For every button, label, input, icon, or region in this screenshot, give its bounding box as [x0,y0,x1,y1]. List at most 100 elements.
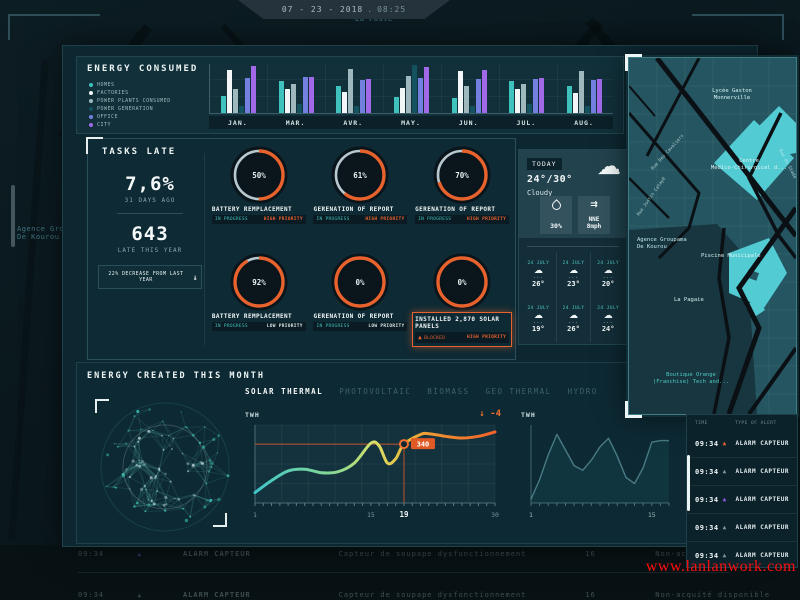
forecast-cell: 24 JULY ☁ ··· 19° [521,297,556,342]
bar[interactable] [464,86,469,113]
legend-item[interactable]: POWER GENERATION [89,105,171,113]
bar[interactable] [342,92,347,113]
rain-dots-icon: ··· [568,322,578,324]
bar[interactable] [452,98,457,113]
alert-description: Capteur de soupape dysfonctionnement [339,591,586,599]
status-badge: ▲BLOCKED [418,334,445,341]
bar[interactable] [567,86,572,113]
bar[interactable] [360,80,365,113]
bar[interactable] [336,86,341,113]
bar[interactable] [573,93,578,113]
bar[interactable] [251,66,256,113]
legend-item[interactable]: POWER PLANTS CONSUMED [89,97,171,105]
priority-badge: HIGH PRIORITY [365,217,404,222]
task-ring-card[interactable]: 0%GERENATION OF REPORT IN PROGRESS LOW P… [310,250,412,357]
warning-triangle-icon: ▲ [418,334,422,341]
bar[interactable] [400,88,405,113]
bar[interactable] [309,77,314,113]
bar[interactable] [245,78,250,113]
bar[interactable] [476,79,481,113]
bar[interactable] [515,89,520,113]
task-ring-card[interactable]: 50%BATTERY REMPLACEMENT IN PROGRESS HIGH… [208,143,310,250]
bar-group [452,64,487,113]
bar[interactable] [348,69,353,113]
solar-line-chart[interactable]: 340 1151930 [247,421,499,527]
bar[interactable] [591,80,596,113]
svg-text:61%: 61% [354,171,368,180]
legend-item[interactable]: CITY [89,121,171,129]
bar[interactable] [585,106,590,113]
map-panel[interactable]: Lycée GastonMonnervilleCentreMédico-Chir… [628,57,797,415]
bar[interactable] [279,81,284,113]
task-ring-card[interactable]: 70%GERENATION OF REPORT IN PROGRESS HIGH… [411,143,513,250]
alert-count: 16 [585,591,655,599]
bar[interactable] [579,71,584,113]
arrow-down-icon: ↓ [193,273,198,282]
bar[interactable] [303,77,308,113]
task-ring-card[interactable]: 61%GERENATION OF REPORT IN PROGRESS HIGH… [310,143,412,250]
bar[interactable] [221,96,226,113]
bar[interactable] [239,106,244,113]
bar[interactable] [233,89,238,114]
bar[interactable] [597,79,602,113]
legend-item[interactable]: FACTORIES [89,89,171,97]
bar[interactable] [291,84,296,113]
alert-row[interactable]: 09:34 ▲ ALARM CAPTEUR [687,514,797,542]
svg-text:19: 19 [399,510,409,519]
tab-photovoltaic[interactable]: PHOTOVOLTAIC [339,387,411,396]
bar[interactable] [470,106,475,113]
legend-item[interactable]: HOMES [89,81,171,89]
tab-biomass[interactable]: BIOMASS [427,387,469,396]
ring-badges: IN PROGRESS LOW PRIORITY [313,322,407,331]
alert-row[interactable]: 09:34 ▲ ALARM CAPTEUR [687,458,797,486]
bar[interactable] [227,70,232,113]
alert-description: Capteur de soupape dysfonctionnement [339,550,586,558]
alert-type: ALARM CAPTEUR [736,440,789,447]
bar[interactable] [366,79,371,113]
bar[interactable] [406,76,411,113]
legend-item[interactable]: OFFICE [89,113,171,121]
humidity-value: 30% [550,222,562,230]
task-ring-card[interactable]: 92%BATTERY REMPLACEMENT IN PROGRESS LOW … [208,250,310,357]
bar[interactable] [458,71,463,113]
bar[interactable] [285,89,290,114]
energy-tabs: SOLAR THERMAL PHOTOVOLTAIC BIOMASS GEO THER… [245,387,598,396]
energy-consumed-chart: JAN.MAR.AVR.MAY.JUN.JUL.AUG. [199,61,615,129]
tab-hydro[interactable]: HYDRO [568,387,598,396]
ring-badges: IN PROGRESS LOW PRIORITY [212,322,306,331]
map-label: De Kourou [637,244,667,250]
bar[interactable] [424,67,429,113]
bar[interactable] [394,97,399,113]
bar[interactable] [354,106,359,113]
forecast-cell: 24 JULY ☁ ··· 23° [556,252,591,297]
task-ring-card[interactable]: 0%INSTALLED 2,870 SOLAR PANELS ▲BLOCKED … [411,250,513,357]
droplet-icon [550,199,563,212]
bar[interactable] [509,81,514,113]
alert-status: Non-acquité disponible [655,591,770,599]
background-row-divider [78,572,730,573]
svg-text:15: 15 [648,511,656,519]
bar-chart-months: JAN.MAR.AVR.MAY.JUN.JUL.AUG. [209,116,613,129]
tab-solar-thermal[interactable]: SOLAR THERMAL [245,387,323,396]
bar-group [279,64,314,113]
bar-group [336,64,371,113]
progress-ring: 61% [331,146,389,204]
alerts-scrollbar[interactable] [687,455,690,511]
map-canvas[interactable]: Lycée GastonMonnervilleCentreMédico-Chir… [629,58,796,414]
alerts-header: TIME TYPE OF ALERT [687,415,797,430]
bar[interactable] [527,104,532,113]
bar[interactable] [297,104,302,113]
bar[interactable] [533,79,538,113]
month-label: JUL. [517,119,537,127]
bar[interactable] [412,65,417,113]
bar[interactable] [418,78,423,113]
bar[interactable] [521,84,526,113]
month-label: JUN. [459,119,479,127]
bar[interactable] [482,70,487,113]
overview-area-chart[interactable]: 115 [523,421,675,527]
alert-row[interactable]: 09:34 ▲ ALARM CAPTEUR [687,486,797,514]
alert-row[interactable]: 09:34 ▲ ALARM CAPTEUR [687,430,797,458]
tab-geo-thermal[interactable]: GEO THERMAL [486,387,552,396]
blocked-task-box[interactable]: INSTALLED 2,870 SOLAR PANELS ▲BLOCKED HI… [412,312,512,347]
bar[interactable] [539,78,544,113]
